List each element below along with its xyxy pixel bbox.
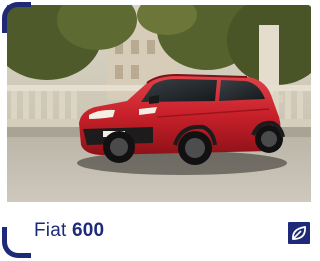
car-photo[interactable] [7,5,311,202]
card-corner-accent-bottom [2,227,31,258]
leaf-icon [288,222,310,244]
vehicle-model: 600 [71,220,105,241]
vehicle-brand: Fiat [34,220,67,241]
card-corner-accent-top [2,2,31,33]
vehicle-card[interactable]: Fiat 600 [0,0,311,261]
car-photo-illustration [7,5,311,202]
vehicle-title[interactable]: Fiat 600 [34,220,104,242]
